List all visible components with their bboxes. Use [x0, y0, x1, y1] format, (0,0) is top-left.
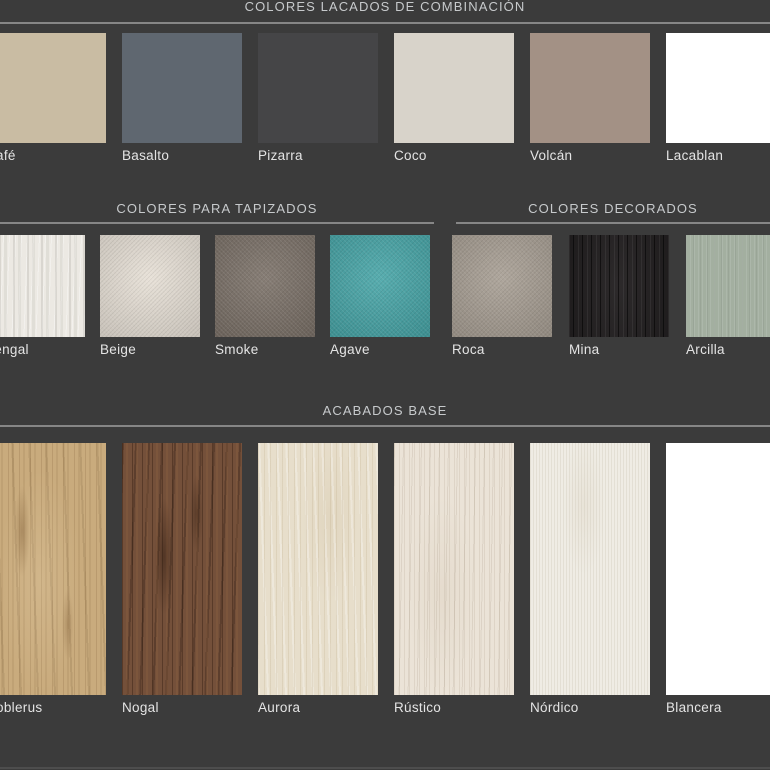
- swatch-beige: Beige: [100, 235, 200, 357]
- swatch-arcilla-tile: [686, 235, 770, 337]
- swatch-label: Nórdico: [530, 700, 650, 715]
- swatch-bengal-tile: [0, 235, 85, 337]
- swatch-roblerus-tile: [0, 443, 106, 695]
- swatch-pizarra-tile: [258, 33, 378, 143]
- swatch-blancera: Blancera: [666, 443, 770, 715]
- acabados-swatch-row: Roblerus Nogal Aurora Rústico Nórdico Bl…: [0, 443, 770, 715]
- swatch-beige-tile: [100, 235, 200, 337]
- swatch-smoke-tile: [215, 235, 315, 337]
- swatch-label: Aurora: [258, 700, 378, 715]
- section-title-decorados: COLORES DECORADOS: [456, 200, 770, 218]
- swatch-label: Nogal: [122, 700, 242, 715]
- swatch-mina: Mina: [569, 235, 669, 357]
- swatch-nogal-tile: [122, 443, 242, 695]
- swatch-nordico: Nórdico: [530, 443, 650, 715]
- swatch-smoke: Smoke: [215, 235, 315, 357]
- swatch-label: Beige: [100, 342, 200, 357]
- swatch-label: Agave: [330, 342, 430, 357]
- swatch-label: Blancera: [666, 700, 770, 715]
- swatch-roca-tile: [452, 235, 552, 337]
- swatch-agave: Agave: [330, 235, 430, 357]
- section-rule-tapizados: [0, 222, 434, 224]
- swatch-aurora: Aurora: [258, 443, 378, 715]
- swatch-roblerus: Roblerus: [0, 443, 106, 715]
- swatch-label: Mina: [569, 342, 669, 357]
- swatch-cafe: Café: [0, 33, 106, 163]
- tapizados-swatch-row: Bengal Beige Smoke Agave: [0, 235, 430, 357]
- swatch-label: Rústico: [394, 700, 514, 715]
- swatch-label: Arcilla: [686, 342, 770, 357]
- section-rule-decorados: [456, 222, 770, 224]
- swatch-label: Café: [0, 148, 106, 163]
- swatch-basalto: Basalto: [122, 33, 242, 163]
- swatch-label: Volcán: [530, 148, 650, 163]
- section-rule-acabados: [0, 425, 770, 427]
- swatch-volcan-tile: [530, 33, 650, 143]
- section-title-tapizados: COLORES PARA TAPIZADOS: [0, 200, 434, 218]
- swatch-coco: Coco: [394, 33, 514, 163]
- lacados-swatch-row: Café Basalto Pizarra Coco Volcán Lacabla…: [0, 33, 770, 163]
- swatch-bengal: Bengal: [0, 235, 85, 357]
- swatch-lacablan-tile: [666, 33, 770, 143]
- swatch-label: Lacablan: [666, 148, 770, 163]
- swatch-label: Pizarra: [258, 148, 378, 163]
- swatch-label: Smoke: [215, 342, 315, 357]
- swatch-blancera-tile: [666, 443, 770, 695]
- swatch-agave-tile: [330, 235, 430, 337]
- swatch-basalto-tile: [122, 33, 242, 143]
- swatch-rustico: Rústico: [394, 443, 514, 715]
- swatch-pizarra: Pizarra: [258, 33, 378, 163]
- swatch-label: Roca: [452, 342, 552, 357]
- swatch-mina-tile: [569, 235, 669, 337]
- section-rule-lacados: [0, 22, 770, 24]
- swatch-label: Coco: [394, 148, 514, 163]
- swatch-label: Roblerus: [0, 700, 106, 715]
- swatch-label: Bengal: [0, 342, 85, 357]
- swatch-label: Basalto: [122, 148, 242, 163]
- swatch-nordico-tile: [530, 443, 650, 695]
- decorados-swatch-row: Roca Mina Arcilla: [452, 235, 770, 357]
- swatch-cafe-tile: [0, 33, 106, 143]
- swatch-roca: Roca: [452, 235, 552, 357]
- swatch-arcilla: Arcilla: [686, 235, 770, 357]
- swatch-rustico-tile: [394, 443, 514, 695]
- swatch-nogal: Nogal: [122, 443, 242, 715]
- swatch-lacablan: Lacablan: [666, 33, 770, 163]
- swatch-coco-tile: [394, 33, 514, 143]
- section-title-lacados: COLORES LACADOS DE COMBINACIÓN: [0, 0, 770, 16]
- swatch-aurora-tile: [258, 443, 378, 695]
- section-title-acabados: ACABADOS BASE: [0, 402, 770, 420]
- page-bottom-rule: [0, 767, 770, 769]
- swatch-volcan: Volcán: [530, 33, 650, 163]
